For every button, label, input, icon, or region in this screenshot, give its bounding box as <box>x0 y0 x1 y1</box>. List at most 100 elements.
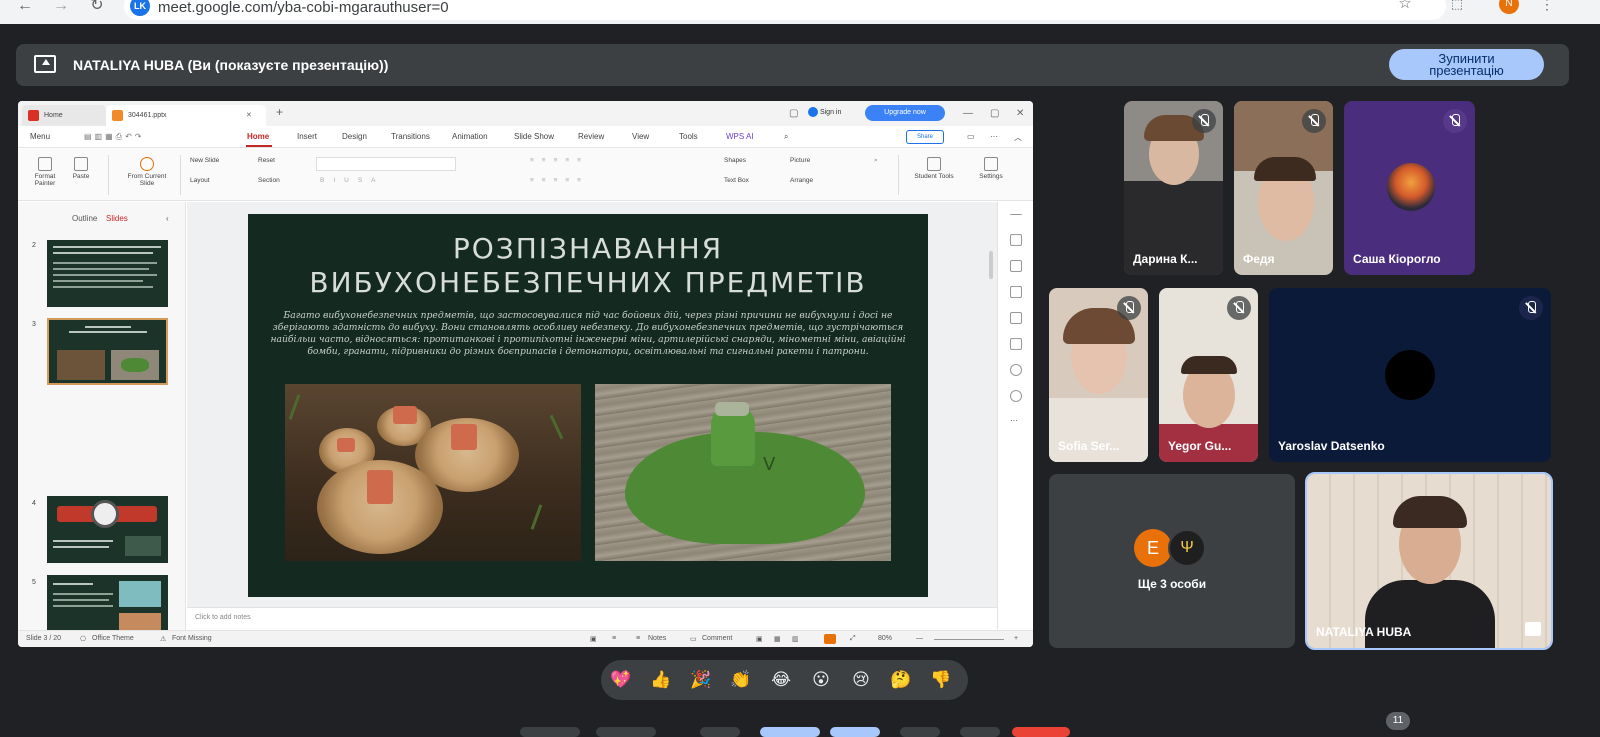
wps-file-tab[interactable]: 304461.pptx ✕ <box>106 105 266 126</box>
slideshow-play-icon[interactable] <box>824 634 836 644</box>
control-button[interactable] <box>700 727 740 737</box>
menu-slide-show[interactable]: Slide Show <box>514 132 554 141</box>
control-button[interactable] <box>830 727 880 737</box>
rail-tool-icon[interactable] <box>1010 260 1022 272</box>
reaction-thinking[interactable]: 🤔 <box>889 668 913 692</box>
participant-tile[interactable]: Sofia Ser... <box>1049 288 1148 462</box>
reaction-heart[interactable]: 💖 <box>609 668 633 692</box>
reading-view-icon[interactable]: ▥ <box>792 635 799 643</box>
zoom-in-icon[interactable]: + <box>1014 635 1018 642</box>
pip-icon[interactable] <box>1525 622 1541 636</box>
status-icon[interactable]: ≡ <box>612 635 616 642</box>
settings-button[interactable]: Settings <box>968 157 1014 180</box>
browser-menu-icon[interactable]: ⋮ <box>1536 0 1558 12</box>
collapse-pane-icon[interactable]: ‹ <box>166 214 169 223</box>
sign-in-link[interactable]: Sign in <box>808 107 841 117</box>
reaction-thumbs-down[interactable]: 👎 <box>929 668 953 692</box>
new-tab-icon[interactable]: + <box>276 105 283 119</box>
reaction-surprised[interactable]: 😮 <box>809 668 833 692</box>
section-button[interactable]: Section <box>258 177 280 184</box>
layout-button[interactable]: Layout <box>190 177 210 184</box>
quick-access-icons[interactable]: ▤▥▦⎙↶↷ <box>84 132 144 142</box>
bookmark-star-icon[interactable]: ☆ <box>1394 0 1416 12</box>
leave-call-button[interactable] <box>1012 727 1070 737</box>
rail-tool-icon[interactable] <box>1010 286 1022 298</box>
student-tools-button[interactable]: Student Tools <box>906 157 962 180</box>
extensions-icon[interactable]: ⬚ <box>1446 0 1468 12</box>
menu-home[interactable]: Home <box>247 132 269 141</box>
normal-view-icon[interactable]: ▣ <box>756 635 763 643</box>
control-button[interactable] <box>760 727 820 737</box>
control-button[interactable] <box>596 727 656 737</box>
window-list-icon[interactable]: ▢ <box>789 108 798 119</box>
rail-tool-icon[interactable] <box>1010 234 1022 246</box>
rail-tool-icon[interactable] <box>1010 338 1022 350</box>
notes-toggle[interactable]: Notes <box>648 635 666 642</box>
alignment-buttons[interactable]: ≡≡≡≡≡ <box>530 177 589 184</box>
font-missing-label[interactable]: Font Missing <box>172 635 212 642</box>
notes-field[interactable]: Click to add notes <box>187 607 997 630</box>
comments-icon[interactable]: ▭ <box>967 132 975 141</box>
profile-avatar[interactable]: N <box>1499 0 1519 14</box>
status-icon[interactable]: ▣ <box>590 635 597 643</box>
forward-arrow-icon[interactable]: → <box>50 0 72 14</box>
zoom-level[interactable]: 80% <box>878 635 892 642</box>
reaction-thumbs-up[interactable]: 👍 <box>649 668 673 692</box>
reload-icon[interactable]: ↻ <box>86 0 108 14</box>
font-family-select[interactable] <box>316 157 456 171</box>
control-button[interactable] <box>960 727 1000 737</box>
menu-wps-ai[interactable]: WPS AI <box>726 132 754 141</box>
reset-button[interactable]: Reset <box>258 157 275 164</box>
more-icon[interactable]: ··· <box>1010 416 1022 428</box>
participant-tile[interactable]: Саша Кіорогло <box>1344 101 1475 275</box>
url-text[interactable]: meet.google.com/yba-cobi-mgarauthuser=0 <box>158 0 449 16</box>
zoom-out-icon[interactable]: — <box>916 635 923 642</box>
menu-review[interactable]: Review <box>578 132 604 141</box>
font-style-buttons[interactable]: BIUSA <box>320 177 385 184</box>
slide-thumbnail-3-selected[interactable] <box>47 318 168 385</box>
arrange-button[interactable]: Arrange <box>790 177 813 184</box>
reaction-laugh[interactable]: 😂 <box>769 668 793 692</box>
reaction-sad[interactable]: 😢 <box>849 668 873 692</box>
rail-collapse-icon[interactable] <box>1010 214 1022 216</box>
maximize-icon[interactable]: ▢ <box>990 108 999 119</box>
zoom-slider[interactable] <box>934 639 1004 640</box>
star-icon[interactable] <box>1010 312 1022 324</box>
menu-design[interactable]: Design <box>342 132 367 141</box>
shapes-button[interactable]: Shapes <box>724 157 746 164</box>
participant-tile[interactable]: Дарина К... <box>1124 101 1223 275</box>
self-view-tile[interactable]: NATALIYA HUBA <box>1305 472 1553 650</box>
close-tab-icon[interactable]: ✕ <box>246 105 252 126</box>
back-arrow-icon[interactable]: ← <box>14 0 36 14</box>
control-button[interactable] <box>900 727 940 737</box>
control-button[interactable] <box>520 727 580 737</box>
collapse-ribbon-icon[interactable]: ︿ <box>1014 132 1022 143</box>
slide-thumbnail-2[interactable] <box>47 240 168 307</box>
paste-button[interactable]: Paste <box>66 157 96 180</box>
history-icon[interactable] <box>1010 364 1022 376</box>
format-painter-button[interactable]: Format Painter <box>28 157 62 187</box>
reaction-clap[interactable]: 👏 <box>729 668 753 692</box>
slides-tab[interactable]: Slides <box>106 214 128 223</box>
close-window-icon[interactable]: ✕ <box>1016 108 1024 119</box>
fit-window-icon[interactable]: ⤢ <box>850 635 856 643</box>
stop-presenting-button[interactable]: Зупинити презентацію <box>1389 49 1544 80</box>
menu-view[interactable]: View <box>632 132 649 141</box>
reaction-party[interactable]: 🎉 <box>689 668 713 692</box>
menu-tools[interactable]: Tools <box>679 132 698 141</box>
find-icon[interactable]: ⌕ <box>874 157 878 165</box>
site-info-chip[interactable]: LK <box>130 0 150 16</box>
menu-animation[interactable]: Animation <box>452 132 488 141</box>
theme-name[interactable]: Office Theme <box>92 635 134 642</box>
menu-transitions[interactable]: Transitions <box>391 132 430 141</box>
help-icon[interactable] <box>1010 390 1022 402</box>
picture-button[interactable]: Picture <box>790 157 810 164</box>
menu-insert[interactable]: Insert <box>297 132 317 141</box>
share-button[interactable]: Share <box>906 130 944 144</box>
outline-tab[interactable]: Outline <box>72 214 97 223</box>
upgrade-now-button[interactable]: Upgrade now <box>865 105 945 121</box>
wps-home-tab[interactable]: Home <box>22 105 106 126</box>
paragraph-buttons[interactable]: ≡≡≡≡≡ <box>530 157 589 164</box>
slide-sorter-icon[interactable]: ▦ <box>774 635 781 643</box>
participant-tile[interactable]: Yaroslav Datsenko <box>1269 288 1551 462</box>
